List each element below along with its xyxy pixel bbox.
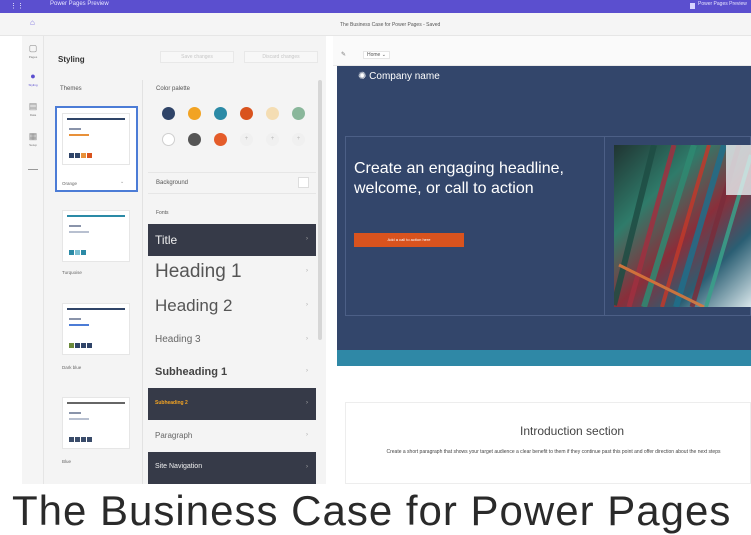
font-label: Heading 1: [155, 261, 242, 282]
intro-title[interactable]: Introduction section: [520, 424, 624, 438]
color-swatch[interactable]: [162, 133, 175, 146]
font-row-paragraph[interactable]: Paragraph ›: [148, 420, 316, 452]
font-label: Heading 2: [155, 296, 233, 315]
company-name-text: Company name: [369, 71, 440, 82]
rail-label: Setup: [29, 143, 37, 147]
panel-scrollbar[interactable]: [318, 80, 322, 340]
font-row-subheading-1[interactable]: Subheading 1 ›: [148, 356, 316, 388]
color-swatch[interactable]: [188, 107, 201, 120]
top-bar: ⋮⋮ Power Pages Preview Power Pages Previ…: [0, 0, 751, 13]
user-name[interactable]: Power Pages Preview: [698, 1, 747, 7]
theme-card-blue[interactable]: [62, 397, 130, 449]
background-color-box[interactable]: [298, 177, 309, 188]
edit-icon[interactable]: ✎: [341, 51, 346, 58]
chevron-right-icon: ›: [306, 368, 308, 374]
themes-label: Themes: [60, 86, 82, 92]
rail-item-data[interactable]: ▤ Data: [22, 98, 44, 126]
teal-strip: [337, 350, 751, 366]
introduction-section[interactable]: [345, 402, 751, 484]
document-title: The Business Case for Power Pages - Save…: [340, 22, 441, 28]
font-row-heading-1[interactable]: Heading 1 ›: [148, 256, 316, 288]
theme-card-turquoise[interactable]: [62, 210, 130, 262]
theme-name: Blue: [62, 459, 72, 464]
rail-label: Styling: [28, 83, 38, 87]
color-swatch[interactable]: [240, 107, 253, 120]
font-row-site-navigation[interactable]: Site Navigation ›: [148, 452, 316, 484]
chevron-down-icon[interactable]: ⌄: [120, 179, 124, 185]
setup-icon: ▦: [28, 131, 38, 141]
theme-name: Orange: [62, 181, 78, 186]
font-label: Paragraph: [155, 431, 193, 440]
pages-icon: ▢: [28, 43, 38, 53]
add-color-icon[interactable]: +: [240, 133, 253, 146]
font-row-subheading-2[interactable]: Subheading 2 ›: [148, 388, 316, 420]
user-icon[interactable]: [690, 3, 695, 9]
rail-label: Pages: [28, 55, 38, 59]
color-swatch[interactable]: [214, 133, 227, 146]
panel-title: Styling: [58, 55, 85, 64]
color-swatch[interactable]: [266, 107, 279, 120]
styling-icon: ●: [30, 71, 36, 81]
hero-headline[interactable]: Create an engaging headline, welcome, or…: [354, 159, 594, 199]
slide-title: The Business Case for Power Pages: [12, 487, 732, 534]
app-name[interactable]: Power Pages Preview: [50, 1, 109, 7]
company-name[interactable]: ✺ Company name: [358, 71, 440, 82]
font-label: Heading 3: [155, 334, 201, 345]
page-dropdown[interactable]: Home ⌄: [363, 51, 390, 59]
theme-name: Turquoise: [62, 270, 82, 275]
chevron-right-icon: ›: [306, 302, 308, 308]
color-swatch[interactable]: [292, 107, 305, 120]
intro-text[interactable]: Create a short paragraph that shows your…: [356, 448, 751, 457]
rail-item-styling[interactable]: ● Styling: [22, 68, 44, 96]
rail-label: Data: [29, 113, 37, 117]
cta-button[interactable]: Add a call to action here: [354, 233, 464, 247]
font-row-title[interactable]: Title ›: [148, 224, 316, 256]
palette-label: Color palette: [156, 86, 191, 92]
theme-thumbnail: [62, 113, 130, 165]
theme-name: Dark blue: [62, 365, 82, 370]
rail-item-pages[interactable]: ▢ Pages: [22, 40, 44, 68]
chevron-right-icon: ›: [306, 432, 308, 438]
canvas-toolbar: [333, 36, 751, 66]
chevron-right-icon: ›: [306, 336, 308, 342]
panel-divider: [142, 80, 143, 484]
fonts-label: Fonts: [156, 210, 169, 216]
hero-divider: [604, 137, 605, 315]
font-row-heading-3[interactable]: Heading 3 ›: [148, 324, 316, 356]
font-label: Subheading 2: [155, 400, 188, 406]
background-label: Background: [156, 180, 189, 186]
font-row-heading-2[interactable]: Heading 2 ›: [148, 290, 316, 322]
chevron-right-icon: ›: [306, 268, 308, 274]
color-swatch[interactable]: [214, 107, 227, 120]
hero-image[interactable]: [614, 145, 751, 307]
discard-changes-button[interactable]: Discard changes: [244, 51, 318, 63]
theme-card-dark-blue[interactable]: [62, 303, 130, 355]
abstract-image: [614, 145, 751, 307]
chevron-right-icon: ›: [306, 464, 308, 470]
chevron-right-icon: ›: [306, 236, 308, 242]
font-label: Title: [155, 233, 178, 247]
rail-item-setup[interactable]: ▦ Setup: [22, 128, 44, 156]
font-label: Subheading 1: [155, 366, 228, 378]
chevron-right-icon: ›: [306, 400, 308, 406]
add-color-icon[interactable]: +: [292, 133, 305, 146]
color-swatch[interactable]: [188, 133, 201, 146]
save-changes-button[interactable]: Save changes: [160, 51, 234, 63]
add-color-icon[interactable]: +: [266, 133, 279, 146]
font-label: Site Navigation: [155, 463, 203, 470]
home-icon[interactable]: ⌂: [30, 18, 39, 27]
waffle-icon[interactable]: ⋮⋮: [10, 3, 24, 10]
color-swatch[interactable]: [162, 107, 175, 120]
rail-more[interactable]: [28, 169, 38, 170]
command-bar: The Business Case for Power Pages - Save…: [0, 13, 751, 36]
data-icon: ▤: [28, 101, 38, 111]
